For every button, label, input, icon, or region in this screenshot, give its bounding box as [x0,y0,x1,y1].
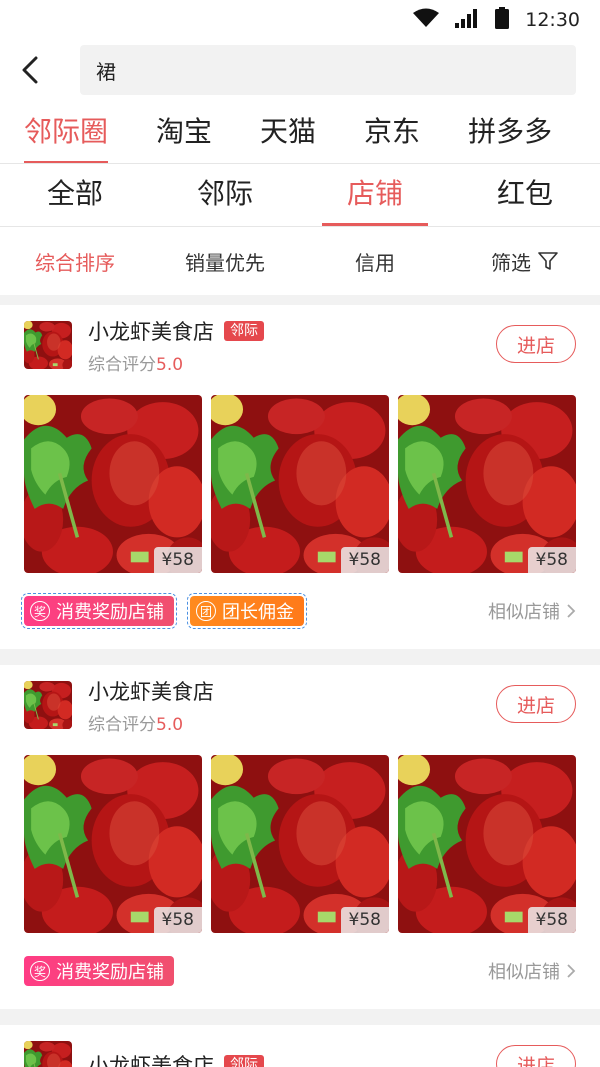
reward-shop-tag[interactable]: 奖 消费奖励店铺 [21,593,177,629]
shop-meta: 小龙虾美食店 邻际 综合评分5.0 [88,316,264,375]
enter-shop-button[interactable]: 进店 [496,685,576,723]
filter-button[interactable]: 筛选 [450,247,600,276]
sort-bar: 综合排序 销量优先 信用 筛选 [0,227,600,295]
back-button[interactable] [20,50,60,90]
shop-name[interactable]: 小龙虾美食店 [88,316,214,346]
sub-tabs: 全部 邻际 店铺 红包 [0,164,600,227]
score-value: 5.0 [156,354,184,375]
filter-label: 筛选 [491,250,531,275]
price-tag: ¥58 [153,547,202,573]
chevron-left-icon [22,56,38,84]
tab-taobao[interactable]: 淘宝 [132,100,236,163]
shop-header: 小龙虾美食店 综合评分5.0 进店 [24,665,576,745]
product-thumb[interactable]: ¥58 [24,395,202,573]
shop-card: 小龙虾美食店 邻际 进店 [0,1025,600,1067]
subtab-shops[interactable]: 店铺 [300,164,450,226]
crayfish-photo [24,321,72,369]
similar-label: 相似店铺 [488,602,560,623]
shop-card: 小龙虾美食店 邻际 综合评分5.0 进店 ¥58 ¥58 ¥58 奖 消费奖励店… [0,305,600,649]
tab-tmall[interactable]: 天猫 [236,100,340,163]
shop-meta: 小龙虾美食店 邻际 [88,1050,264,1067]
price-tag: ¥58 [153,907,202,933]
wifi-icon [413,8,440,32]
shop-logo[interactable] [24,681,72,729]
neighbor-badge: 邻际 [224,1055,264,1067]
score-label: 综合评分 [88,714,156,735]
similar-shops-link[interactable]: 相似店铺 [488,958,576,984]
shop-card: 小龙虾美食店 综合评分5.0 进店 ¥58 ¥58 ¥58 奖 消费奖励店铺 相… [0,665,600,1009]
chevron-right-icon [567,964,576,978]
score-value: 5.0 [156,714,184,735]
product-thumb[interactable]: ¥58 [211,395,389,573]
tab-pinduoduo[interactable]: 拼多多 [444,100,576,163]
subtab-all[interactable]: 全部 [0,164,150,226]
product-thumb[interactable]: ¥58 [398,395,576,573]
status-bar: 12:30 [0,0,600,40]
sort-sales[interactable]: 销量优先 [150,247,300,276]
product-thumb[interactable]: ¥58 [398,755,576,933]
status-time: 12:30 [525,9,580,31]
chevron-right-icon [567,604,576,618]
price-tag: ¥58 [527,907,576,933]
tab-linji[interactable]: 邻际圈 [0,100,132,163]
shop-logo[interactable] [24,1041,72,1067]
search-header: 裙 [0,40,600,100]
reward-shop-tag[interactable]: 奖 消费奖励店铺 [24,956,174,986]
shop-name[interactable]: 小龙虾美食店 [88,1050,214,1067]
price-tag: ¥58 [340,547,389,573]
enter-shop-button[interactable]: 进店 [496,325,576,363]
price-tag: ¥58 [340,907,389,933]
sort-sales-label: 销量优先 [185,250,265,275]
group-icon: 团 [196,601,216,621]
score-label: 综合评分 [88,354,156,375]
neighbor-badge: 邻际 [224,320,264,341]
product-thumb[interactable]: ¥58 [24,755,202,933]
product-thumbs: ¥58 ¥58 ¥58 [24,395,576,573]
price-tag: ¥58 [527,547,576,573]
battery-icon [495,7,510,33]
shop-header: 小龙虾美食店 邻际 综合评分5.0 进店 [24,305,576,385]
search-input[interactable]: 裙 [80,45,576,95]
similar-shops-link[interactable]: 相似店铺 [488,598,576,624]
reward-tag-label: 消费奖励店铺 [56,962,164,983]
crayfish-photo [24,1041,72,1067]
tab-mei[interactable]: 美 [576,100,600,163]
shop-footer: 奖 消费奖励店铺 团 团长佣金 相似店铺 [21,573,576,649]
tab-jd[interactable]: 京东 [340,100,444,163]
reward-icon: 奖 [30,601,50,621]
shop-score: 综合评分5.0 [88,710,214,735]
signal-icon [455,8,479,32]
subtab-linji[interactable]: 邻际 [150,164,300,226]
product-thumb[interactable]: ¥58 [211,755,389,933]
similar-label: 相似店铺 [488,962,560,983]
leader-commission-tag[interactable]: 团 团长佣金 [187,593,307,629]
search-query: 裙 [96,59,116,84]
crayfish-photo [24,681,72,729]
shop-score: 综合评分5.0 [88,350,264,375]
subtab-redpacket[interactable]: 红包 [450,164,600,226]
shop-header: 小龙虾美食店 邻际 进店 [24,1025,576,1067]
product-thumbs: ¥58 ¥58 ¥58 [24,755,576,933]
sort-overall-label: 综合排序 [35,250,115,275]
commission-tag-label: 团长佣金 [222,602,294,623]
sort-overall[interactable]: 综合排序 [0,247,150,276]
sort-credit-label: 信用 [355,250,395,275]
shop-name[interactable]: 小龙虾美食店 [88,676,214,706]
shop-meta: 小龙虾美食店 综合评分5.0 [88,676,214,735]
shop-logo[interactable] [24,321,72,369]
filter-icon [538,252,558,270]
reward-tag-label: 消费奖励店铺 [56,602,164,623]
sort-credit[interactable]: 信用 [300,247,450,276]
platform-tabs: 邻际圈 淘宝 天猫 京东 拼多多 美 [0,100,600,164]
enter-shop-button[interactable]: 进店 [496,1045,576,1067]
reward-icon: 奖 [30,961,50,981]
shop-footer: 奖 消费奖励店铺 相似店铺 [24,933,576,1009]
